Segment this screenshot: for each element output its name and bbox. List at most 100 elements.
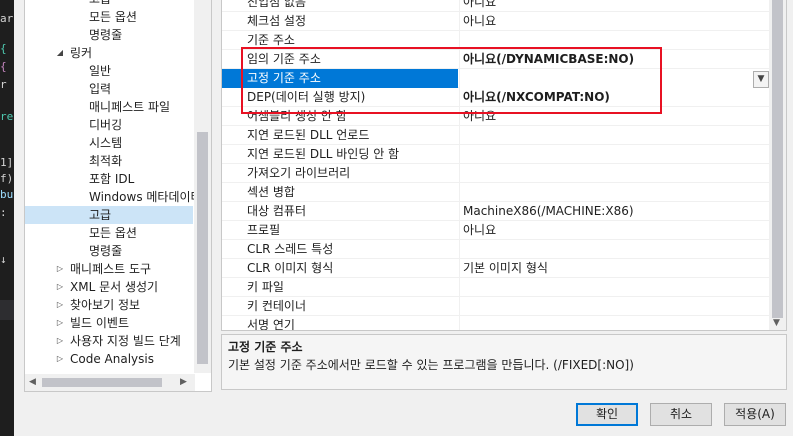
tree-item[interactable]: 매니페스트 파일 <box>25 98 193 116</box>
tree-item-label: 모든 옵션 <box>89 226 137 240</box>
property-name: 서명 연기 <box>247 318 295 331</box>
tree-vertical-scrollbar[interactable] <box>194 0 211 373</box>
property-name: 어셈블리 생성 안 함 <box>247 109 347 123</box>
scroll-down-icon[interactable]: ▼ <box>773 318 780 328</box>
ok-button[interactable]: 확인 <box>576 403 638 426</box>
tree-item[interactable]: 시스템 <box>25 134 193 152</box>
scroll-right-icon[interactable]: ▶ <box>180 377 187 387</box>
property-value[interactable] <box>459 31 771 50</box>
tree-item[interactable]: 디버깅 <box>25 116 193 134</box>
apply-button[interactable]: 적용(A) <box>724 403 786 426</box>
property-row[interactable]: 고정 기준 주소 <box>222 69 771 88</box>
tree-horizontal-scroll-thumb[interactable] <box>42 378 162 387</box>
collapsed-arrow-icon[interactable]: ▷ <box>54 332 66 350</box>
property-row[interactable]: 지연 로드된 DLL 바인딩 안 함 <box>222 145 771 164</box>
grid-vertical-scroll-thumb[interactable] <box>772 0 783 318</box>
property-value[interactable] <box>459 183 771 202</box>
tree-item[interactable]: ▷ 빌드 이벤트 <box>25 314 193 332</box>
property-value[interactable] <box>459 278 771 297</box>
property-name: 프로필 <box>247 223 281 237</box>
property-value[interactable]: 기본 이미지 형식 <box>459 259 771 278</box>
property-row[interactable]: 서명 연기 <box>222 316 771 331</box>
property-row[interactable]: 프로필 아니요 <box>222 221 771 240</box>
property-row[interactable]: 어셈블리 생성 안 함 아니요 <box>222 107 771 126</box>
tree-item-label: 포함 IDL <box>89 172 135 186</box>
property-value[interactable] <box>459 126 771 145</box>
tree-item[interactable]: 포함 IDL <box>25 170 193 188</box>
scroll-left-icon[interactable]: ◀ <box>29 377 36 387</box>
property-value[interactable] <box>459 316 771 330</box>
editor-gutter-block <box>0 300 14 320</box>
tree-item-label: 시스템 <box>89 136 123 150</box>
tree-item-label: 모든 옵션 <box>89 10 137 24</box>
tree-item-label: Windows 메타데이터 <box>89 190 202 204</box>
tree-item-label: 링커 <box>70 46 93 60</box>
property-row[interactable]: CLR 스레드 특성 <box>222 240 771 259</box>
property-row[interactable]: DEP(데이터 실행 방지) 아니요(/NXCOMPAT:NO) <box>222 88 771 107</box>
property-name: 지연 로드된 DLL 언로드 <box>247 128 370 142</box>
property-value[interactable] <box>459 240 771 259</box>
tree-item-label: 찾아보기 정보 <box>70 298 141 312</box>
grid-vertical-scrollbar[interactable]: ▼ <box>769 0 786 330</box>
tree-horizontal-scrollbar[interactable]: ◀ ▶ <box>25 374 195 391</box>
tree-item[interactable]: 일반 <box>25 62 193 80</box>
tree-item[interactable]: Windows 메타데이터 <box>25 188 202 206</box>
property-row[interactable]: 기준 주소 <box>222 31 771 50</box>
property-value[interactable]: MachineX86(/MACHINE:X86) <box>459 202 771 221</box>
property-value[interactable]: 아니요 <box>459 12 771 31</box>
collapsed-arrow-icon[interactable]: ▷ <box>54 278 66 296</box>
property-value[interactable]: 아니요(/DYNAMICBASE:NO) <box>459 50 771 69</box>
tree-item[interactable]: 입력 <box>25 80 193 98</box>
tree-item[interactable]: ▷ 매니페스트 도구 <box>25 260 193 278</box>
property-row[interactable]: 지연 로드된 DLL 언로드 <box>222 126 771 145</box>
tree-item[interactable]: 고급 <box>25 206 193 224</box>
collapsed-arrow-icon[interactable]: ▷ <box>54 314 66 332</box>
tree-item[interactable]: ▷ Code Analysis <box>25 350 193 368</box>
property-value[interactable] <box>459 297 771 316</box>
property-name: CLR 스레드 특성 <box>247 242 334 256</box>
property-row[interactable]: 섹션 병합 <box>222 183 771 202</box>
collapsed-arrow-icon[interactable]: ▷ <box>54 350 66 368</box>
property-value[interactable]: 아니요(/NXCOMPAT:NO) <box>459 88 771 107</box>
property-value[interactable] <box>459 69 771 88</box>
tree-item[interactable]: ▷ XML 문서 생성기 <box>25 278 193 296</box>
description-text: 기본 설정 기준 주소에서만 로드할 수 있는 프로그램을 만듭니다. (/FI… <box>228 358 634 372</box>
property-row[interactable]: CLR 이미지 형식 기본 이미지 형식 <box>222 259 771 278</box>
tree-item[interactable]: 모든 옵션 <box>25 8 193 26</box>
property-value[interactable]: 아니요 <box>459 0 771 12</box>
property-grid[interactable]: 진입점 없음 아니요 체크섬 설정 아니요 기준 주소 임의 기준 주소 아니요(/DYNA… <box>221 0 787 331</box>
value-dropdown-button[interactable]: ▼ <box>753 71 769 88</box>
tree-item-label: 입력 <box>89 82 112 96</box>
tree-item[interactable]: ▷ 사용자 지정 빌드 단계 <box>25 332 193 350</box>
tree-item[interactable]: 모든 옵션 <box>25 224 193 242</box>
property-row[interactable]: 체크섬 설정 아니요 <box>222 12 771 31</box>
property-row[interactable]: 키 파일 <box>222 278 771 297</box>
tree-item-label: 빌드 이벤트 <box>70 316 130 330</box>
property-row[interactable]: 키 컨테이너 <box>222 297 771 316</box>
cancel-button[interactable]: 취소 <box>650 403 712 426</box>
editor-code-fragment: bu <box>0 188 14 201</box>
property-tree[interactable]: 고급모든 옵션명령줄◢링커일반입력매니페스트 파일디버깅시스템최적화포함 IDL… <box>24 0 212 392</box>
tree-item[interactable]: 명령줄 <box>25 242 193 260</box>
property-value[interactable] <box>459 145 771 164</box>
tree-item[interactable]: 고급 <box>25 0 193 8</box>
tree-vertical-scroll-thumb[interactable] <box>197 132 208 364</box>
property-row[interactable]: 임의 기준 주소 아니요(/DYNAMICBASE:NO) <box>222 50 771 69</box>
property-value[interactable] <box>459 164 771 183</box>
tree-item[interactable]: ◢ 링커 <box>25 44 193 62</box>
property-row[interactable]: 가져오기 라이브러리 <box>222 164 771 183</box>
collapsed-arrow-icon[interactable]: ▷ <box>54 296 66 314</box>
property-name: CLR 이미지 형식 <box>247 261 334 275</box>
editor-code-fragment: ar <box>0 12 14 25</box>
property-row[interactable]: 진입점 없음 아니요 <box>222 0 771 12</box>
tree-item[interactable]: ▷ 찾아보기 정보 <box>25 296 193 314</box>
property-row[interactable]: 대상 컴퓨터 MachineX86(/MACHINE:X86) <box>222 202 771 221</box>
tree-item[interactable]: 최적화 <box>25 152 193 170</box>
expanded-arrow-icon[interactable]: ◢ <box>54 44 66 62</box>
property-value[interactable]: 아니요 <box>459 107 771 126</box>
editor-code-fragment: ↓ <box>0 253 7 266</box>
collapsed-arrow-icon[interactable]: ▷ <box>54 260 66 278</box>
tree-item-label: Code Analysis <box>70 352 154 366</box>
tree-item[interactable]: 명령줄 <box>25 26 193 44</box>
property-value[interactable]: 아니요 <box>459 221 771 240</box>
